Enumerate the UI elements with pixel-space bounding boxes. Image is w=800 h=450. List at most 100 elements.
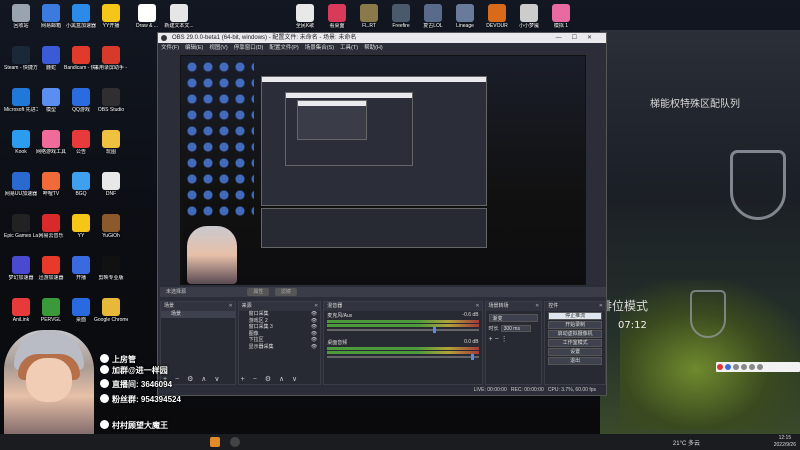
desktop-icon[interactable]: Lineage [448, 4, 482, 29]
obs-window[interactable]: OBS 29.0.0-beta1 (64-bit, windows) - 配置文… [157, 32, 607, 396]
desktop-icon[interactable]: 模型 [34, 88, 68, 113]
desktop-icon[interactable]: Microsoft 先进工作室 [4, 88, 38, 113]
icon-label: 公告 [75, 149, 86, 155]
desktop-icon[interactable]: Kook [4, 130, 38, 155]
menu-file[interactable]: 文件(F) [161, 43, 179, 53]
visibility-icon: 👁 [310, 343, 318, 350]
icon-label: 采用录屏助手 - 快捷方式 [94, 65, 128, 71]
desktop-icon[interactable]: YuGiOh [94, 214, 128, 239]
input-method-bar[interactable] [716, 362, 800, 372]
desktop-icon[interactable]: Steam - 快捷方式 [4, 46, 38, 71]
desktop-icon[interactable]: 鹿蛇 [34, 46, 68, 71]
exit-button[interactable]: 退出 [548, 357, 602, 365]
volume-slider[interactable] [327, 354, 479, 360]
controls-dock: 控件 ✕ 停止推流 开始录制 启动虚拟摄像机 工作室模式 设置 退出 [544, 301, 606, 385]
desktop-icon[interactable]: YY [64, 214, 98, 239]
icon-label: Kook [15, 149, 27, 155]
app-icon [296, 4, 314, 22]
desktop-icon[interactable]: 网易UU加速器 [4, 172, 38, 197]
desktop-icon[interactable]: 开播 [64, 256, 98, 281]
start-recording-button[interactable]: 开始录制 [548, 321, 602, 329]
menu-docks[interactable]: 停靠窗口(D) [234, 43, 264, 53]
icon-label: 小黑盒加速器 [65, 23, 96, 29]
desktop-icon[interactable]: 模拟 1 [544, 4, 578, 29]
desktop-icon[interactable]: 采用录屏助手 - 快捷方式 [94, 46, 128, 71]
cpu-fps: CPU: 3.7%, 60.00 fps [547, 387, 596, 393]
taskbar-obs-icon[interactable] [230, 437, 240, 447]
clock[interactable]: 12:15 2022/9/26 [774, 435, 796, 449]
app-icon [72, 256, 90, 274]
no-source-label: 未选择源 [166, 289, 187, 295]
desktop-icon[interactable]: BGQ [64, 172, 98, 197]
menu-help[interactable]: 帮助(H) [364, 43, 383, 53]
sources-dock: 来源 ✕ 窗口采集 👁 游戏区 2 👁 窗口采集 3 👁 图像 👁 下拉区 👁 显示器采集 👁… [237, 301, 322, 385]
scene-item[interactable]: 场景 [161, 311, 235, 318]
icon-label: FL.RT [362, 23, 376, 29]
desktop-icon[interactable]: 迅游加速器 [34, 256, 68, 281]
desktop-icon[interactable]: 看桌面 [320, 4, 354, 29]
desktop-icon[interactable]: 网易云音乐 [34, 214, 68, 239]
taskbar-app-icon[interactable] [210, 437, 220, 447]
icon-label: 玩图 [105, 149, 116, 155]
desktop-icon[interactable]: QQ游戏 [64, 88, 98, 113]
app-icon [12, 214, 30, 232]
filters-button[interactable]: 滤镜 [274, 288, 297, 296]
menu-tools[interactable]: 工具(T) [340, 43, 358, 53]
properties-button[interactable]: 属性 [247, 288, 270, 296]
desktop-icon[interactable]: Freefire [384, 4, 418, 29]
game-queue-text: 梯能权特殊区配队列 [650, 99, 740, 110]
window-controls[interactable]: —☐✕ [556, 33, 602, 43]
menu-edit[interactable]: 编辑(E) [185, 43, 203, 53]
desktop-icon[interactable]: 哔哩TV [34, 172, 68, 197]
volume-slider[interactable] [327, 327, 479, 333]
desktop-icon[interactable]: DEVOUR [480, 4, 514, 29]
stop-streaming-button[interactable]: 停止推流 [548, 312, 602, 320]
preview-avatar [187, 226, 237, 284]
rec-time: REC: 00:00:00 [510, 387, 544, 393]
desktop-icon[interactable]: FL.RT [352, 4, 386, 29]
duration-input[interactable]: 300 ms [500, 325, 531, 332]
desktop-icon[interactable]: 复古LOL [416, 4, 450, 29]
icon-label: 开播 [75, 275, 86, 281]
icon-label: Draw & ... [136, 23, 158, 29]
menu-scene-collection[interactable]: 场景集合(S) [305, 43, 334, 53]
volume-meter [327, 320, 479, 323]
app-icon [102, 172, 120, 190]
app-icon [72, 172, 90, 190]
desktop-icon[interactable]: 小黑盒加速器 [64, 4, 98, 29]
desktop-icon[interactable]: 玩图 [94, 130, 128, 155]
studio-mode-button[interactable]: 工作室模式 [548, 339, 602, 347]
obs-titlebar[interactable]: OBS 29.0.0-beta1 (64-bit, windows) - 配置文… [158, 33, 606, 43]
desktop-icon[interactable]: Draw & ... [130, 4, 164, 29]
overlay-line-3: 直播间: 3646094 [100, 379, 172, 390]
desktop-icon[interactable]: 新建文本文... [162, 4, 196, 29]
transition-select[interactable]: 渐变 [488, 314, 539, 322]
desktop-icon[interactable]: 剪映专业版 [94, 256, 128, 281]
menu-profile[interactable]: 配置文件(P) [269, 43, 298, 53]
source-item[interactable]: 显示器采集 👁 [239, 344, 321, 351]
desktop-icon[interactable]: 全民K歌 [288, 4, 322, 29]
desktop-icon[interactable]: 网络游戏工具 [34, 130, 68, 155]
sources-tools[interactable]: + − ⚙ ∧ ∨ [241, 375, 300, 383]
transition-tools[interactable]: + − ⋮ [489, 335, 539, 343]
app-icon [12, 298, 30, 316]
desktop-icon[interactable]: DNF [94, 172, 128, 197]
obs-preview[interactable] [180, 55, 586, 285]
desktop-icon[interactable]: 小小梦魇 [512, 4, 546, 29]
desktop-icon[interactable]: Bandicam - 快捷方式 [64, 46, 98, 71]
desktop-icon[interactable]: 公告 [64, 130, 98, 155]
settings-button[interactable]: 设置 [548, 348, 602, 356]
desktop-icon[interactable]: Epic Games Launcher [4, 214, 38, 239]
desktop-icon[interactable]: OBS Studio [94, 88, 128, 113]
desktop-icon[interactable]: YY开播 [94, 4, 128, 29]
icon-label: YY开播 [102, 23, 120, 29]
desktop-icon[interactable]: 回收站 [4, 4, 38, 29]
app-icon [360, 4, 378, 22]
stream-overlay: 上房管 加群@进一样园 直播间: 3646094 粉丝群: 954394524 … [0, 320, 190, 450]
desktop-icon[interactable]: 梦幻加速器 [4, 256, 38, 281]
menu-view[interactable]: 视图(V) [209, 43, 227, 53]
weather-widget[interactable]: 21°C 多云 [673, 438, 700, 447]
icon-label: 网络游戏工具 [35, 149, 66, 155]
desktop-icon[interactable]: 网易邮箱 [34, 4, 68, 29]
virtual-camera-button[interactable]: 启动虚拟摄像机 [548, 330, 602, 338]
